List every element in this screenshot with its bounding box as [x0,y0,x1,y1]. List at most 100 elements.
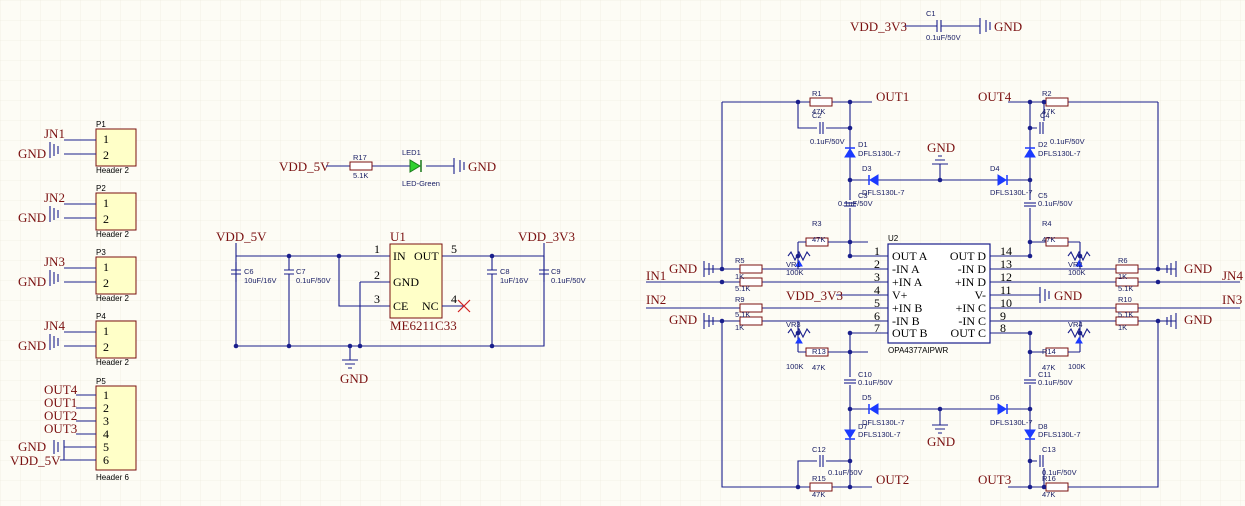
net-gnd-r1: GND [1184,261,1212,276]
c1-net-gnd: GND [994,19,1022,34]
u2-left-pin-name: OUT B [892,326,927,340]
vr3-value: 100K [786,362,804,371]
d3-ref: D3 [862,164,872,173]
u2-right-pin-name: V- [974,288,986,302]
c8-value: 1uF/16V [500,276,528,285]
r3-value: 47K [812,235,825,244]
r17-value: 5.1K [353,171,368,180]
net-jn4: JN4 [1222,268,1243,283]
c13-ref: C13 [1042,445,1056,454]
vr3-ref: VR3 [786,320,801,329]
junction-dot [1155,318,1161,324]
vr1-value: 100K [786,268,804,277]
r9-value: 5.1K [735,310,750,319]
net-out3: OUT3 [978,472,1011,487]
r17-ref: R17 [353,153,367,162]
p3-ref: P3 [96,248,106,257]
schematic-sheet: P1 1 2 Header 2 JN1 GND P2 1 2 Header 2 … [0,0,1245,506]
c1-value: 0.1uF/50V [926,33,961,42]
r4-ref: R4 [1042,219,1052,228]
r6-ref: R6 [1118,256,1128,265]
net-vdd33-vplus: VDD_3V3 [786,288,843,303]
r3-ref: R3 [812,219,822,228]
r15-ref: R15 [812,474,826,483]
p5-pin2: 2 [103,401,109,415]
reg-net-vdd5: VDD_5V [216,229,267,244]
u2-ref: U2 [888,234,899,243]
r10-value: 5.1K [1118,310,1133,319]
p4-body [95,320,137,359]
p1-net-gnd: GND [18,146,46,161]
p3-body [95,256,137,295]
junction-dot [1027,330,1033,336]
p4-pin2: 2 [103,340,109,354]
c4-symbol [1037,121,1045,135]
r7-value: 1K [735,272,744,281]
junction-dot [1155,279,1161,285]
r1-ref: R1 [812,89,822,98]
junction-dot [795,253,801,259]
junction-dot [1027,406,1033,412]
junction-dot [1027,177,1033,183]
c2-value: 0.1uF/50V [810,137,845,146]
junction-dot [1041,99,1047,105]
r5-value: 5.1K [735,284,750,293]
led1-value: LED-Green [402,179,440,188]
reg-net-vdd33: VDD_3V3 [518,229,575,244]
u2-left-pin-name: OUT A [892,249,928,263]
u2-left-pin-name: +IN B [892,301,922,315]
opamp-net-gnd-bottom: GND [927,434,955,449]
c1-ref: C1 [926,9,936,18]
c12-ref: C12 [812,445,826,454]
u2-right-pin-name: -IN D [958,262,987,276]
p5-net-vdd5: VDD_5V [10,453,61,468]
junction-dot [1027,125,1033,131]
u1-n5: 5 [451,242,457,256]
u2-left-pin-name: +IN A [892,275,923,289]
junction-dot [847,458,853,464]
vr4-ref: VR4 [1068,320,1083,329]
r10-ref: R10 [1118,295,1132,304]
p5-net-out3: OUT3 [44,421,77,436]
led1-ref: LED1 [402,148,421,157]
c12-symbol [817,454,825,468]
p5-pin6: 6 [103,453,109,467]
net-in3: IN3 [1222,292,1242,307]
junction-dot [847,125,853,131]
r14-ref: R14 [1042,347,1056,356]
u2-right-pin-name: OUT D [950,249,986,263]
p3-net-jn3: JN3 [44,254,65,269]
p2-net-jn2: JN2 [44,190,65,205]
p4-ref: P4 [96,312,106,321]
u1-pin-out: OUT [414,249,439,263]
d8-value: DFLS130L-7 [1038,430,1081,439]
led-net-vdd5: VDD_5V [279,159,330,174]
c6-value: 10uF/16V [244,276,277,285]
p4-net-jn4: JN4 [44,318,65,333]
r15-value: 47K [812,490,825,499]
reg-net-gnd: GND [340,371,368,386]
u2-part: OPA4377AIPWR [888,346,949,355]
opamp-net-gnd-top: GND [927,140,955,155]
junction-dot [1077,253,1083,259]
net-gnd-vminus: GND [1054,288,1082,303]
c9-value: 0.1uF/50V [551,276,586,285]
c2-symbol [817,121,825,135]
junction-dot [847,177,853,183]
p5-type: Header 6 [96,473,129,482]
c6-ref: C6 [244,267,254,276]
c12-value: 0.1uF/50V [828,468,863,477]
r13-ref: R13 [812,347,826,356]
r6-value: 5.1K [1118,284,1133,293]
c7-value: 0.1uF/50V [296,276,331,285]
u1-pin-nc: NC [422,299,439,313]
r12-value: 1K [1118,323,1127,332]
p3-net-gnd: GND [18,274,46,289]
junction-dot [1077,330,1083,336]
net-out1: OUT1 [876,89,909,104]
p2-ref: P2 [96,184,106,193]
c11-symbol [1023,377,1037,385]
c4-value: 0.1uF/50V [1050,137,1085,146]
d2-ref: D2 [1038,140,1048,149]
net-in1: IN1 [646,268,666,283]
